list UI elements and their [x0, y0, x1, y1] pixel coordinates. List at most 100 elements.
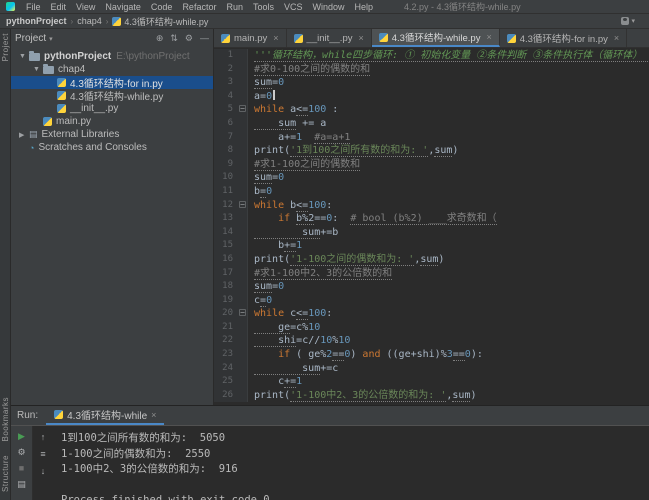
code-line[interactable]: 24 sum+=c [214, 362, 649, 376]
menu-help[interactable]: Help [350, 2, 379, 12]
run-widget[interactable]: ▾ [621, 17, 643, 25]
editor-tab[interactable]: __init__.py× [287, 29, 372, 47]
chevron-down-icon[interactable]: ▼ [33, 66, 43, 73]
toolwindow-structure-button[interactable]: Structure [1, 455, 10, 492]
run-tab[interactable]: 4.3循环结构-while × [46, 406, 164, 425]
code-line[interactable]: 12−while b<=100: [214, 199, 649, 213]
menu-edit[interactable]: Edit [46, 2, 72, 12]
line-number[interactable]: 11 [214, 185, 238, 199]
tree-item[interactable]: ▼◔Scratches and Consoles [11, 141, 213, 154]
line-number[interactable]: 16 [214, 253, 238, 267]
code-line[interactable]: 8print('1到100之间所有数的和为: ',sum) [214, 144, 649, 158]
line-number[interactable]: 14 [214, 226, 238, 240]
menu-window[interactable]: Window [308, 2, 350, 12]
breadcrumb-item[interactable]: 4.3循环结构-while.py [112, 15, 208, 28]
menu-code[interactable]: Code [146, 2, 178, 12]
line-number[interactable]: 21 [214, 321, 238, 335]
editor-tab[interactable]: 4.3循环结构-for in.py× [500, 29, 627, 47]
expand-all-icon[interactable]: ⇅ [170, 33, 178, 44]
chevron-down-icon[interactable]: ▾ [49, 35, 53, 43]
line-number[interactable]: 26 [214, 389, 238, 403]
tree-item[interactable]: ▼main.py [11, 115, 213, 128]
code-line[interactable]: 13 if b%2==0: # bool (b%2) ___求奇数和（ [214, 212, 649, 226]
code-line[interactable]: 17#求1-100中2、3的公倍数的和 [214, 267, 649, 281]
line-number[interactable]: 13 [214, 212, 238, 226]
breadcrumb-item[interactable]: pythonProject [6, 16, 67, 26]
line-number[interactable]: 1 [214, 49, 238, 63]
code-line[interactable]: 18sum=0 [214, 280, 649, 294]
code-line[interactable]: 23 if ( ge%2==0) and ((ge+shi)%3==0): [214, 348, 649, 362]
code-line[interactable]: 5−while a<=100 : [214, 103, 649, 117]
toolwindow-project-button[interactable]: Project [1, 33, 10, 61]
settings-icon[interactable]: ⚙ [185, 33, 193, 44]
line-number[interactable]: 3 [214, 76, 238, 90]
breadcrumb-item[interactable]: chap4 [77, 16, 102, 26]
tree-item[interactable]: ▼4.3循环结构-while.py [11, 89, 213, 102]
line-number[interactable]: 9 [214, 158, 238, 172]
code-line[interactable]: 15 b+=1 [214, 239, 649, 253]
tree-item[interactable]: ▶▤External Libraries [11, 128, 213, 141]
close-icon[interactable]: × [614, 33, 619, 43]
menu-run[interactable]: Run [221, 2, 248, 12]
code-line[interactable]: 22 shi=c//10%10 [214, 334, 649, 348]
code-line[interactable]: 21 ge=c%10 [214, 321, 649, 335]
up-stack-icon[interactable]: ↑ [41, 432, 46, 442]
chevron-right-icon[interactable]: ▶ [19, 131, 29, 139]
menu-navigate[interactable]: Navigate [100, 2, 146, 12]
code-line[interactable]: 19c=0 [214, 294, 649, 308]
fold-collapse-icon[interactable]: − [239, 105, 246, 112]
code-line[interactable]: 26print('1-100中2、3的公倍数的和为: ',sum) [214, 389, 649, 403]
line-number[interactable]: 18 [214, 280, 238, 294]
line-number[interactable]: 24 [214, 362, 238, 376]
locate-icon[interactable]: ⊕ [156, 33, 164, 44]
code-line[interactable]: 2#求0-100之间的偶数的和 [214, 63, 649, 77]
code-line[interactable]: 25 c+=1 [214, 375, 649, 389]
code-line[interactable]: 7 a+=1 #a=a+1 [214, 131, 649, 145]
line-number[interactable]: 25 [214, 375, 238, 389]
toolwindow-bookmarks-button[interactable]: Bookmarks [1, 397, 10, 442]
line-number[interactable]: 15 [214, 239, 238, 253]
menu-view[interactable]: View [71, 2, 100, 12]
code-line[interactable]: 20−while c<=100: [214, 307, 649, 321]
rerun-icon[interactable]: ▶ [18, 431, 25, 441]
close-icon[interactable]: × [151, 410, 156, 420]
code-line[interactable]: 4a=0 [214, 90, 649, 104]
fold-collapse-icon[interactable]: − [239, 309, 246, 316]
code-line[interactable]: 10sum=0 [214, 171, 649, 185]
line-number[interactable]: 17 [214, 267, 238, 281]
code-line[interactable]: 9#求1-100之间的偶数和 [214, 158, 649, 172]
code-line[interactable]: 1'''循环结构，while四步循环: ① 初始化变量 ②条件判断 ③条件执行体… [214, 49, 649, 63]
line-number[interactable]: 20 [214, 307, 238, 321]
code-line[interactable]: 16print('1-100之间的偶数和为: ',sum) [214, 253, 649, 267]
editor-tab[interactable]: main.py× [214, 29, 287, 47]
close-icon[interactable]: × [273, 33, 278, 43]
close-icon[interactable]: × [486, 32, 491, 42]
code-line[interactable]: 3sum=0 [214, 76, 649, 90]
fold-collapse-icon[interactable]: − [239, 201, 246, 208]
hide-icon[interactable]: — [200, 33, 209, 44]
line-number[interactable]: 7 [214, 131, 238, 145]
project-panel-title[interactable]: Project [15, 33, 46, 44]
editor-tab[interactable]: 4.3循环结构-while.py× [372, 29, 500, 47]
tree-item[interactable]: ▼__init__.py [11, 102, 213, 115]
tree-item[interactable]: ▼pythonProjectE:\pythonProject [11, 50, 213, 63]
menu-file[interactable]: File [21, 2, 46, 12]
menu-tools[interactable]: Tools [248, 2, 279, 12]
line-number[interactable]: 8 [214, 144, 238, 158]
line-number[interactable]: 2 [214, 63, 238, 77]
line-number[interactable]: 4 [214, 90, 238, 104]
soft-wrap-icon[interactable]: ≡ [40, 449, 45, 459]
chevron-down-icon[interactable]: ▼ [19, 53, 29, 60]
line-number[interactable]: 22 [214, 334, 238, 348]
line-number[interactable]: 19 [214, 294, 238, 308]
menu-refactor[interactable]: Refactor [177, 2, 221, 12]
line-number[interactable]: 23 [214, 348, 238, 362]
close-icon[interactable]: × [358, 33, 363, 43]
restore-layout-icon[interactable]: ▤ [17, 479, 26, 489]
line-number[interactable]: 5 [214, 103, 238, 117]
wrench-icon[interactable]: ⚙ [17, 447, 25, 457]
stop-icon[interactable]: ■ [19, 463, 24, 473]
scroll-to-end-icon[interactable]: ↓ [41, 466, 46, 476]
code-line[interactable]: 6 sum += a [214, 117, 649, 131]
code-editor[interactable]: 1'''循环结构，while四步循环: ① 初始化变量 ②条件判断 ③条件执行体… [214, 48, 649, 405]
